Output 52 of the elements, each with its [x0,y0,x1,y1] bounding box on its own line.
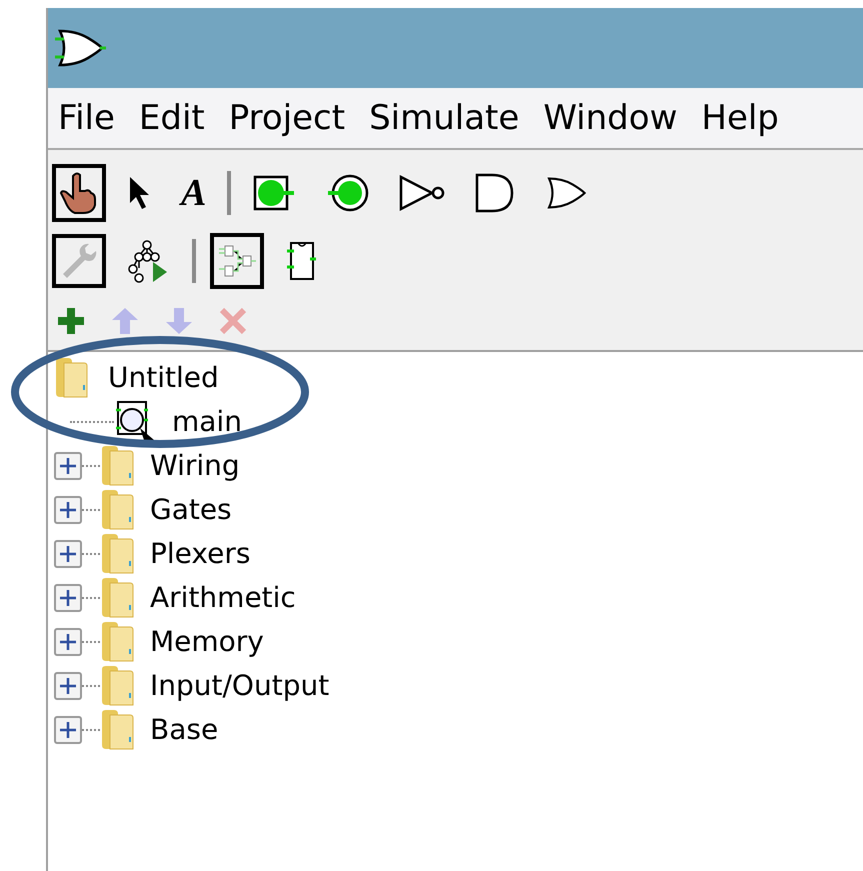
poke-tool-button[interactable] [52,164,106,222]
expand-toggle[interactable] [54,584,82,612]
menu-item[interactable]: File [58,101,115,135]
plus-icon [60,634,76,650]
folder-icon [100,533,134,575]
tree-item[interactable]: Gates [150,489,232,531]
expand-toggle[interactable] [54,452,82,480]
tree-item[interactable]: Plexers [150,533,250,575]
folder-icon [100,709,134,751]
expand-toggle[interactable] [54,496,82,524]
folder-icon [54,357,88,399]
plus-icon [60,722,76,738]
add-icon [56,306,86,336]
folder-icon [100,621,134,663]
app-logo-icon [54,28,106,68]
plus-icon [60,678,76,694]
plus-icon [60,502,76,518]
tree-item[interactable]: main [172,401,242,443]
down-arrow-icon [164,306,194,336]
text-tool-icon: A [181,174,206,212]
folder-icon [100,489,134,531]
tree-item[interactable]: Wiring [150,445,240,487]
folder-icon [100,665,134,707]
menu-item[interactable]: Simulate [369,101,520,135]
not-gate-icon [398,173,446,213]
hand-pointer-icon [59,171,99,215]
output-pin-icon [326,173,370,213]
plus-icon [60,458,76,474]
menu-item[interactable]: Project [228,101,346,135]
expand-toggle[interactable] [54,716,82,744]
tree-item[interactable]: Untitled [108,357,219,399]
expand-toggle[interactable] [54,672,82,700]
subcircuit-appearance-icon [285,239,317,283]
menu-item[interactable]: Help [701,101,779,135]
up-arrow-icon [110,306,140,336]
layout-tool-button[interactable] [210,233,264,289]
add-button[interactable] [56,306,86,336]
tree-item[interactable]: Base [150,709,218,751]
folder-icon [100,445,134,487]
tree-item[interactable]: Input/Output [150,665,330,707]
expand-toggle[interactable] [54,628,82,656]
expand-toggle[interactable] [54,540,82,568]
menu-item[interactable]: Window [543,101,678,135]
plus-icon [60,590,76,606]
wrench-tool-button[interactable] [52,234,106,288]
plus-icon [60,546,76,562]
text-tool-button[interactable]: A [174,167,214,219]
tree-item[interactable]: Arithmetic [150,577,296,619]
tree-item[interactable]: Memory [150,621,264,663]
menu-item[interactable]: Edit [138,101,205,135]
delete-icon [218,306,248,336]
folder-icon [100,577,134,619]
